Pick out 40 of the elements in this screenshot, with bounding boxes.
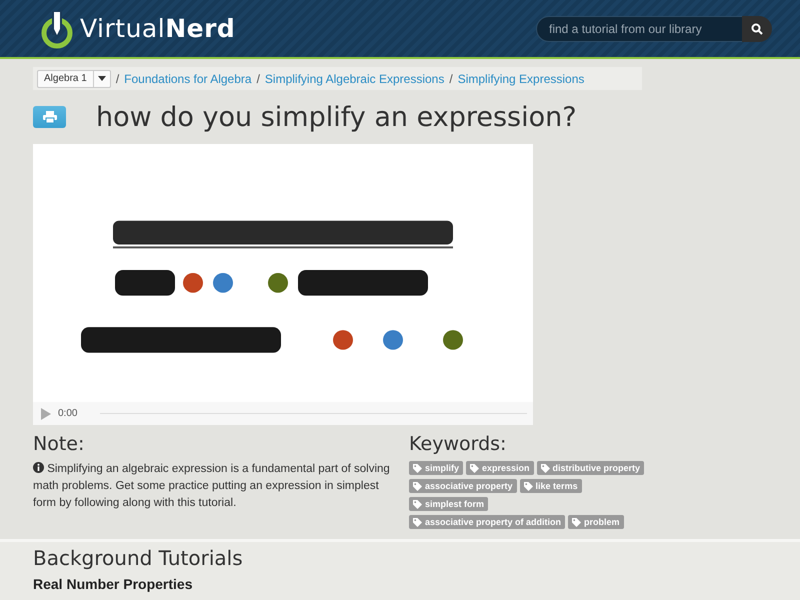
breadcrumb-link[interactable]: Simplifying Expressions [458,72,584,86]
tag-icon [524,482,533,490]
print-icon [42,111,56,123]
tag-icon [572,518,582,526]
tag-icon [413,464,422,472]
note-text: Simplifying an algebraic expression is a fundamental part of solving math problems. Get some practice putting an expression in simplest form by following along with this tutorial. [33,461,391,511]
tag-icon [413,518,422,526]
page-title: how do you simplify an expression? [96,102,577,132]
breadcrumb-link[interactable]: Foundations for Algebra [124,72,252,86]
section-heading: Background Tutorials [33,546,244,570]
separator: / [256,72,260,86]
info-icon [33,462,44,473]
tag-icon [413,500,422,508]
tag-icon [413,482,422,490]
caret-icon [98,76,106,81]
logo-text[interactable]: VirtualNerd [80,14,236,43]
keyword-tag[interactable]: simplify [409,461,464,475]
keyword-tag[interactable]: associative property [409,479,517,493]
separator: / [116,72,120,86]
keyword-tag[interactable]: distributive property [536,461,644,475]
print-button[interactable] [33,106,66,128]
keyword-tag[interactable]: expression [466,461,534,475]
power-pencil-icon [40,8,74,48]
tag-icon [540,464,550,472]
keyword-tag[interactable]: associative property of addition [409,515,566,529]
keyword-tag[interactable]: problem [568,515,624,529]
keyword-tag[interactable]: like terms [520,479,582,493]
breadcrumb-link[interactable]: Simplifying Algebraic Expressions [264,72,444,86]
search-icon [751,22,763,34]
tutorial-link[interactable]: Real Number Properties [33,576,192,592]
play-icon[interactable] [41,408,51,420]
video-time: 0:00 [58,408,78,419]
search-field[interactable]: find a tutorial from our library [536,16,742,42]
keywords-heading: Keywords: [409,433,508,455]
tag-icon [470,464,480,472]
search-button[interactable] [742,16,772,42]
course-dropdown[interactable]: Algebra 1 [37,70,111,88]
keyword-tag[interactable]: simplest form [409,497,488,511]
note-heading: Note: [33,433,86,455]
separator: / [449,72,453,86]
